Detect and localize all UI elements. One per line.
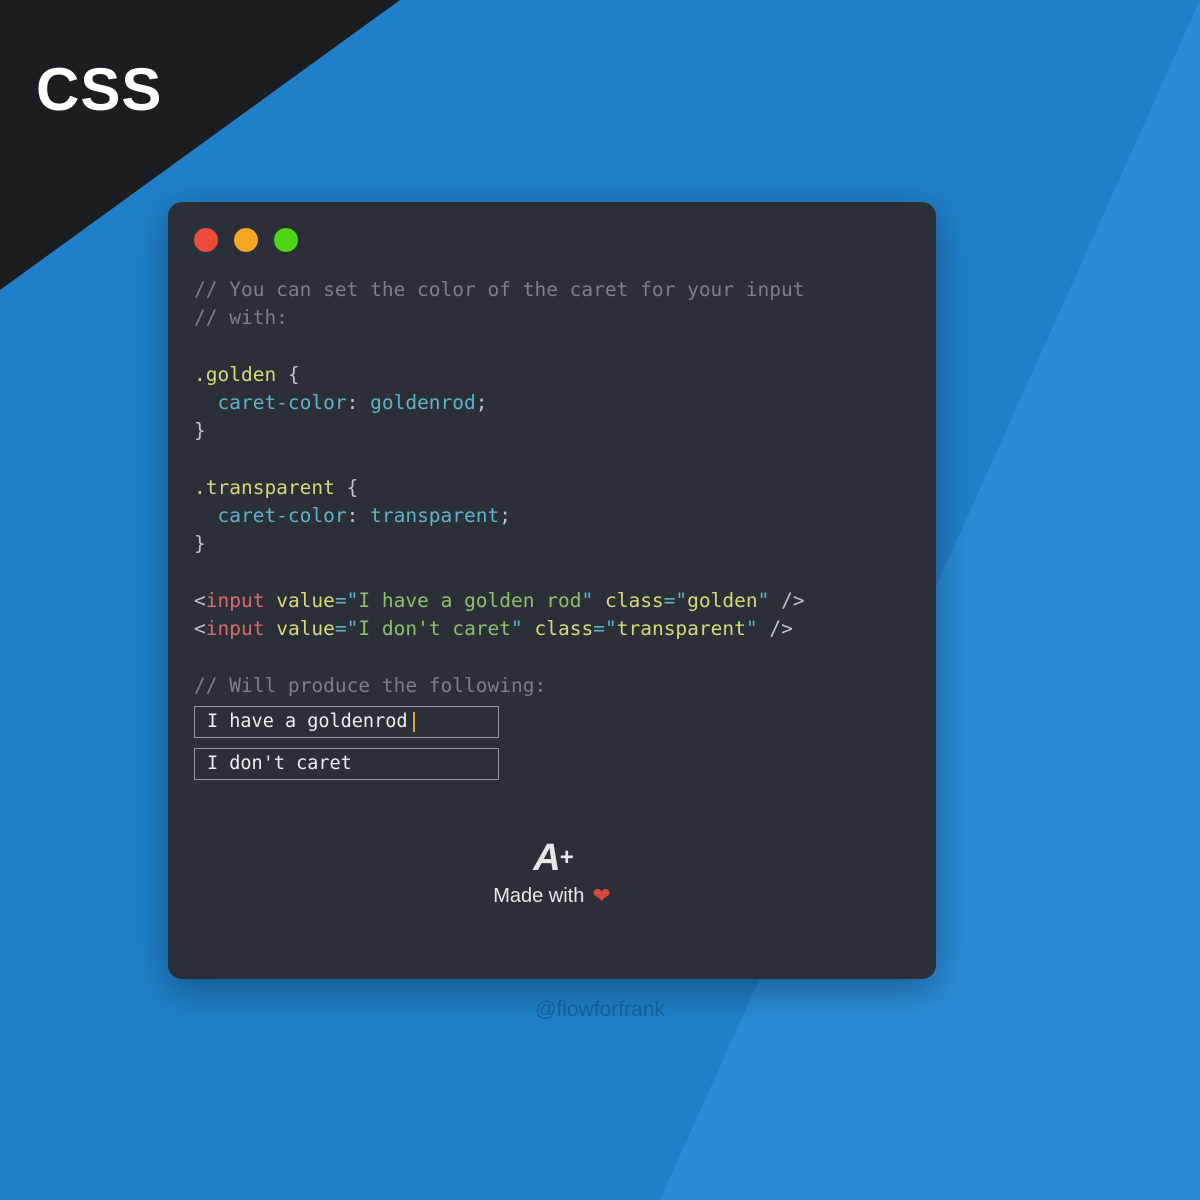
- code-block: // You can set the color of the caret fo…: [194, 276, 910, 700]
- code-string: transparent: [617, 617, 746, 640]
- maximize-icon[interactable]: [274, 228, 298, 252]
- demo-input-golden[interactable]: I have a goldenrod: [194, 706, 499, 738]
- window-controls: [194, 228, 910, 252]
- code-comment: // Will produce the following:: [194, 674, 546, 697]
- code-attr: class: [535, 617, 594, 640]
- code-string: golden: [687, 589, 757, 612]
- code-value: transparent: [370, 504, 499, 527]
- demo-input-transparent[interactable]: I don't caret: [194, 748, 499, 780]
- editor-footer: A+ Made with ❤: [168, 839, 936, 909]
- made-with-text: Made with: [493, 885, 584, 908]
- code-property: caret-color: [217, 504, 346, 527]
- heart-icon: ❤: [592, 883, 610, 909]
- minimize-icon[interactable]: [234, 228, 258, 252]
- code-comment: // You can set the color of the caret fo…: [194, 278, 804, 301]
- close-icon[interactable]: [194, 228, 218, 252]
- logo-letter: A: [533, 839, 557, 877]
- code-editor-window: // You can set the color of the caret fo…: [168, 202, 936, 979]
- canvas: CSS // You can set the color of the care…: [0, 0, 1200, 1200]
- code-string: I don't caret: [358, 617, 511, 640]
- code-selector: .transparent: [194, 476, 335, 499]
- logo-plus: +: [560, 846, 571, 870]
- code-attr: value: [276, 617, 335, 640]
- code-comment: // with:: [194, 306, 288, 329]
- caret-icon: [413, 712, 415, 732]
- code-selector: .golden: [194, 363, 276, 386]
- code-attr: class: [605, 589, 664, 612]
- author-handle: @flowforfrank: [0, 998, 1200, 1022]
- code-tag: input: [206, 617, 265, 640]
- made-with-label: Made with ❤: [168, 883, 936, 909]
- code-property: caret-color: [217, 391, 346, 414]
- logo-a-plus: A+: [533, 839, 570, 877]
- demo-input-value: I don't caret: [207, 753, 352, 774]
- code-value: goldenrod: [370, 391, 476, 414]
- demo-inputs: I have a goldenrod I don't caret: [194, 706, 910, 780]
- code-tag: input: [206, 589, 265, 612]
- code-attr: value: [276, 589, 335, 612]
- corner-label: CSS: [36, 55, 162, 124]
- demo-input-value: I have a goldenrod: [207, 711, 407, 732]
- code-string: I have a golden rod: [358, 589, 581, 612]
